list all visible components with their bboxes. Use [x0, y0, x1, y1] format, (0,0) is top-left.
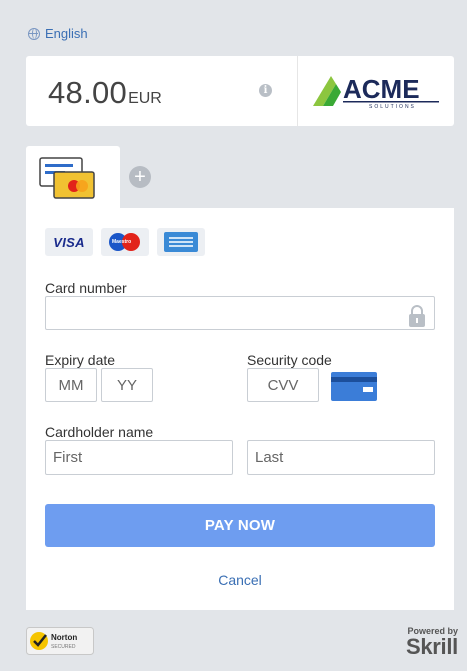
pay-now-button[interactable]: PAY NOW	[45, 504, 435, 547]
visa-logo-text: VISA	[53, 234, 85, 250]
add-payment-method-button[interactable]: +	[129, 166, 151, 188]
language-selector[interactable]: English	[28, 26, 88, 41]
merchant-logo-text: ACME	[343, 74, 420, 104]
expiry-month-input[interactable]	[45, 368, 97, 402]
tab-card-payment[interactable]	[26, 146, 120, 210]
amount-value: 48.00	[48, 75, 128, 110]
amount-currency: EUR	[128, 90, 162, 107]
amount-header: 48.00 EUR i ACME SOLUTIONS	[26, 56, 454, 126]
norton-text: Norton	[51, 633, 77, 642]
expiry-date-label: Expiry date	[45, 352, 116, 368]
cvv-input[interactable]	[247, 368, 319, 402]
maestro-logo: Maestro	[101, 228, 149, 256]
expiry-year-input[interactable]	[101, 368, 153, 402]
security-code-label: Security code	[247, 352, 332, 368]
visa-logo: VISA	[45, 228, 93, 256]
merchant-logo: ACME SOLUTIONS	[313, 74, 439, 110]
skrill-logo: Skrill	[405, 634, 458, 659]
first-name-input[interactable]	[45, 440, 233, 475]
card-number-input[interactable]	[45, 296, 435, 330]
norton-subtext: SECURED	[51, 644, 76, 650]
info-icon[interactable]: i	[259, 84, 272, 97]
norton-secured-badge: Norton SECURED	[26, 627, 94, 655]
card-number-label: Card number	[45, 280, 127, 296]
card-form-panel: VISA Maestro Card number Expiry date MM …	[26, 208, 454, 610]
payment-widget: English 48.00 EUR i ACME SOLUTIONS + VIS…	[0, 0, 467, 671]
maestro-logo-text: Maestro	[112, 239, 132, 245]
lock-icon	[409, 305, 425, 327]
language-label: English	[45, 26, 88, 41]
card-brands: VISA Maestro	[45, 228, 205, 256]
cvv-card-icon	[331, 372, 377, 401]
globe-icon	[28, 27, 40, 40]
amex-icon	[157, 228, 205, 256]
card-methods-icon	[39, 157, 95, 199]
merchant-logo-subtext: SOLUTIONS	[369, 104, 416, 110]
cardholder-name-label: Cardholder name	[45, 424, 154, 440]
cancel-link[interactable]: Cancel	[26, 572, 454, 588]
order-amount: 48.00 EUR	[48, 75, 162, 111]
last-name-input[interactable]	[247, 440, 435, 475]
powered-by-skrill: Powered by Skrill	[388, 626, 458, 658]
header-divider	[297, 56, 298, 126]
